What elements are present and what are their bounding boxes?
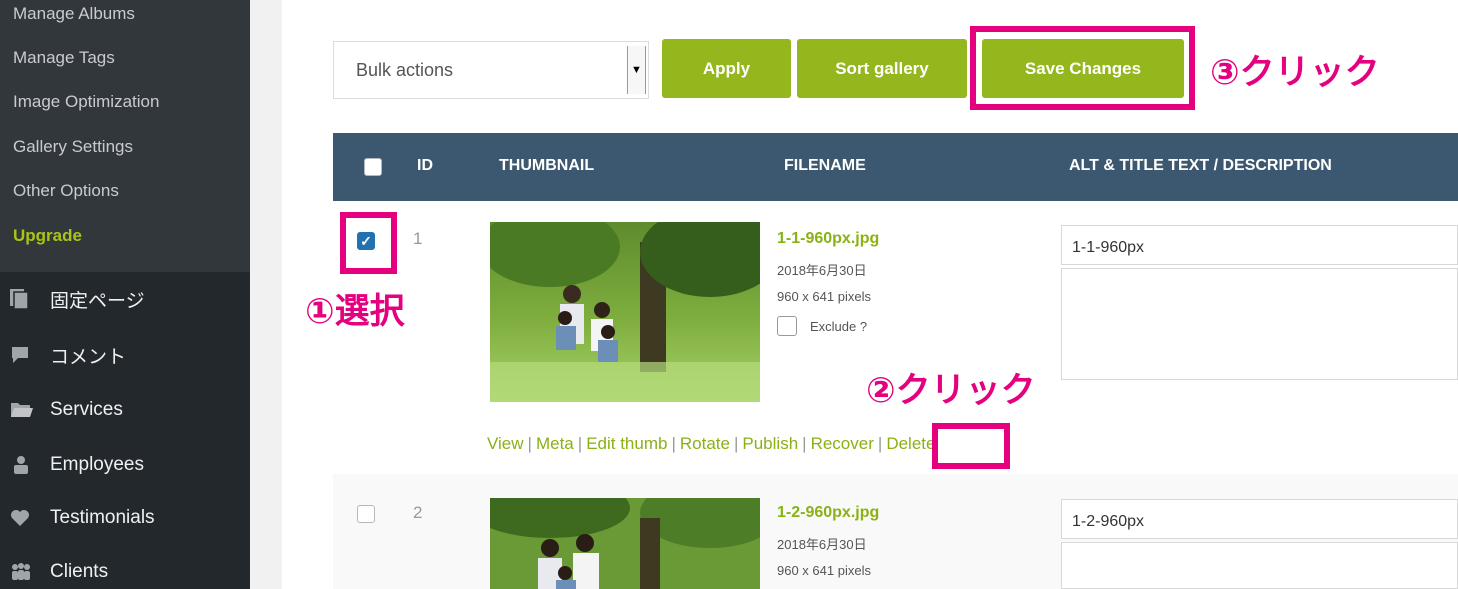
- dropdown-arrow-icon[interactable]: ▼: [627, 46, 646, 94]
- action-publish[interactable]: Publish: [742, 434, 798, 453]
- action-rotate[interactable]: Rotate: [680, 434, 730, 453]
- header-filename[interactable]: FILENAME: [784, 157, 866, 175]
- submenu-gallery-settings[interactable]: Gallery Settings: [13, 137, 133, 157]
- filename-link[interactable]: 1-1-960px.jpg: [777, 230, 879, 248]
- alt-text-value: 1-2-960px: [1072, 513, 1145, 530]
- menu-services[interactable]: Services: [10, 395, 123, 425]
- menu-employees[interactable]: Employees: [10, 450, 144, 480]
- menu-label: Services: [50, 399, 123, 420]
- action-view[interactable]: View: [487, 434, 524, 453]
- menu-label: 固定ページ: [50, 290, 145, 312]
- submenu-manage-albums[interactable]: Manage Albums: [13, 4, 135, 24]
- thumbnail-image[interactable]: [490, 222, 760, 402]
- table-row: 2 1-2-960px.jpg 2018年6月30日 960 x 641 pix…: [333, 474, 1458, 589]
- apply-button[interactable]: Apply: [662, 39, 791, 98]
- alt-text-input[interactable]: 1-2-960px: [1061, 499, 1458, 539]
- folder-icon: [10, 401, 38, 419]
- header-id[interactable]: ID: [417, 157, 433, 175]
- annotation-step3: ③クリック: [1210, 53, 1380, 93]
- row-actions: View | Meta | Edit thumb | Rotate | Publish | Reco…: [487, 434, 936, 453]
- comment-icon: [10, 346, 38, 364]
- submenu-upgrade[interactable]: Upgrade: [13, 226, 82, 246]
- menu-comments[interactable]: コメント: [10, 340, 126, 370]
- highlight-box-select: [340, 212, 397, 274]
- alt-text-value: 1-1-960px: [1072, 239, 1145, 256]
- action-delete[interactable]: Delete: [886, 434, 935, 453]
- row-id: 2: [413, 503, 423, 522]
- submenu-other-options[interactable]: Other Options: [13, 181, 119, 201]
- page-icon: [10, 289, 38, 309]
- submenu-manage-tags[interactable]: Manage Tags: [13, 48, 115, 68]
- row-checkbox[interactable]: [357, 505, 375, 523]
- sort-gallery-button[interactable]: Sort gallery: [797, 39, 967, 98]
- table-header: ID THUMBNAIL FILENAME ALT & TITLE TEXT /…: [333, 133, 1458, 201]
- annotation-step1: ①選択: [305, 292, 405, 332]
- select-all-checkbox[interactable]: [364, 158, 382, 176]
- group-icon: [10, 562, 38, 582]
- admin-sidebar: Manage Albums Manage Tags Image Optimiza…: [0, 0, 250, 589]
- menu-label: コメント: [50, 346, 127, 368]
- file-date: 2018年6月30日: [777, 537, 867, 552]
- header-thumbnail: THUMBNAIL: [499, 157, 595, 174]
- row-id: 1: [413, 229, 423, 248]
- alt-text-input[interactable]: 1-1-960px: [1061, 225, 1458, 265]
- header-alt-title: ALT & TITLE TEXT / DESCRIPTION: [1069, 157, 1332, 174]
- sidebar-gutter: [250, 0, 282, 589]
- menu-label: Testimonials: [50, 507, 155, 528]
- description-textarea[interactable]: [1061, 268, 1458, 380]
- menu-testimonials[interactable]: Testimonials: [10, 503, 155, 533]
- action-recover[interactable]: Recover: [811, 434, 874, 453]
- exclude-label: Exclude ?: [810, 319, 868, 334]
- heart-icon: [10, 509, 38, 527]
- menu-clients[interactable]: Clients: [10, 557, 108, 587]
- filename-link[interactable]: 1-2-960px.jpg: [777, 504, 879, 522]
- gallery-submenu: Manage Albums Manage Tags Image Optimiza…: [0, 0, 250, 272]
- menu-label: Employees: [50, 454, 144, 475]
- exclude-checkbox[interactable]: [777, 316, 797, 336]
- highlight-box-delete: [932, 423, 1010, 469]
- menu-label: Clients: [50, 561, 109, 582]
- description-textarea[interactable]: [1061, 542, 1458, 589]
- action-meta[interactable]: Meta: [536, 434, 574, 453]
- people-icon: [10, 455, 38, 475]
- file-date: 2018年6月30日: [777, 263, 867, 278]
- submenu-image-optimization[interactable]: Image Optimization: [13, 92, 159, 112]
- highlight-box-save: [970, 26, 1195, 110]
- file-dimensions: 960 x 641 pixels: [777, 289, 871, 304]
- menu-pages[interactable]: 固定ページ: [10, 284, 145, 314]
- file-dimensions: 960 x 641 pixels: [777, 563, 871, 578]
- annotation-step2: ②クリック: [866, 371, 1036, 411]
- bulk-actions-select[interactable]: Bulk actions ▼: [333, 41, 649, 99]
- bulk-actions-value: Bulk actions: [356, 60, 454, 80]
- action-edit-thumb[interactable]: Edit thumb: [586, 434, 667, 453]
- thumbnail-image[interactable]: [490, 498, 760, 589]
